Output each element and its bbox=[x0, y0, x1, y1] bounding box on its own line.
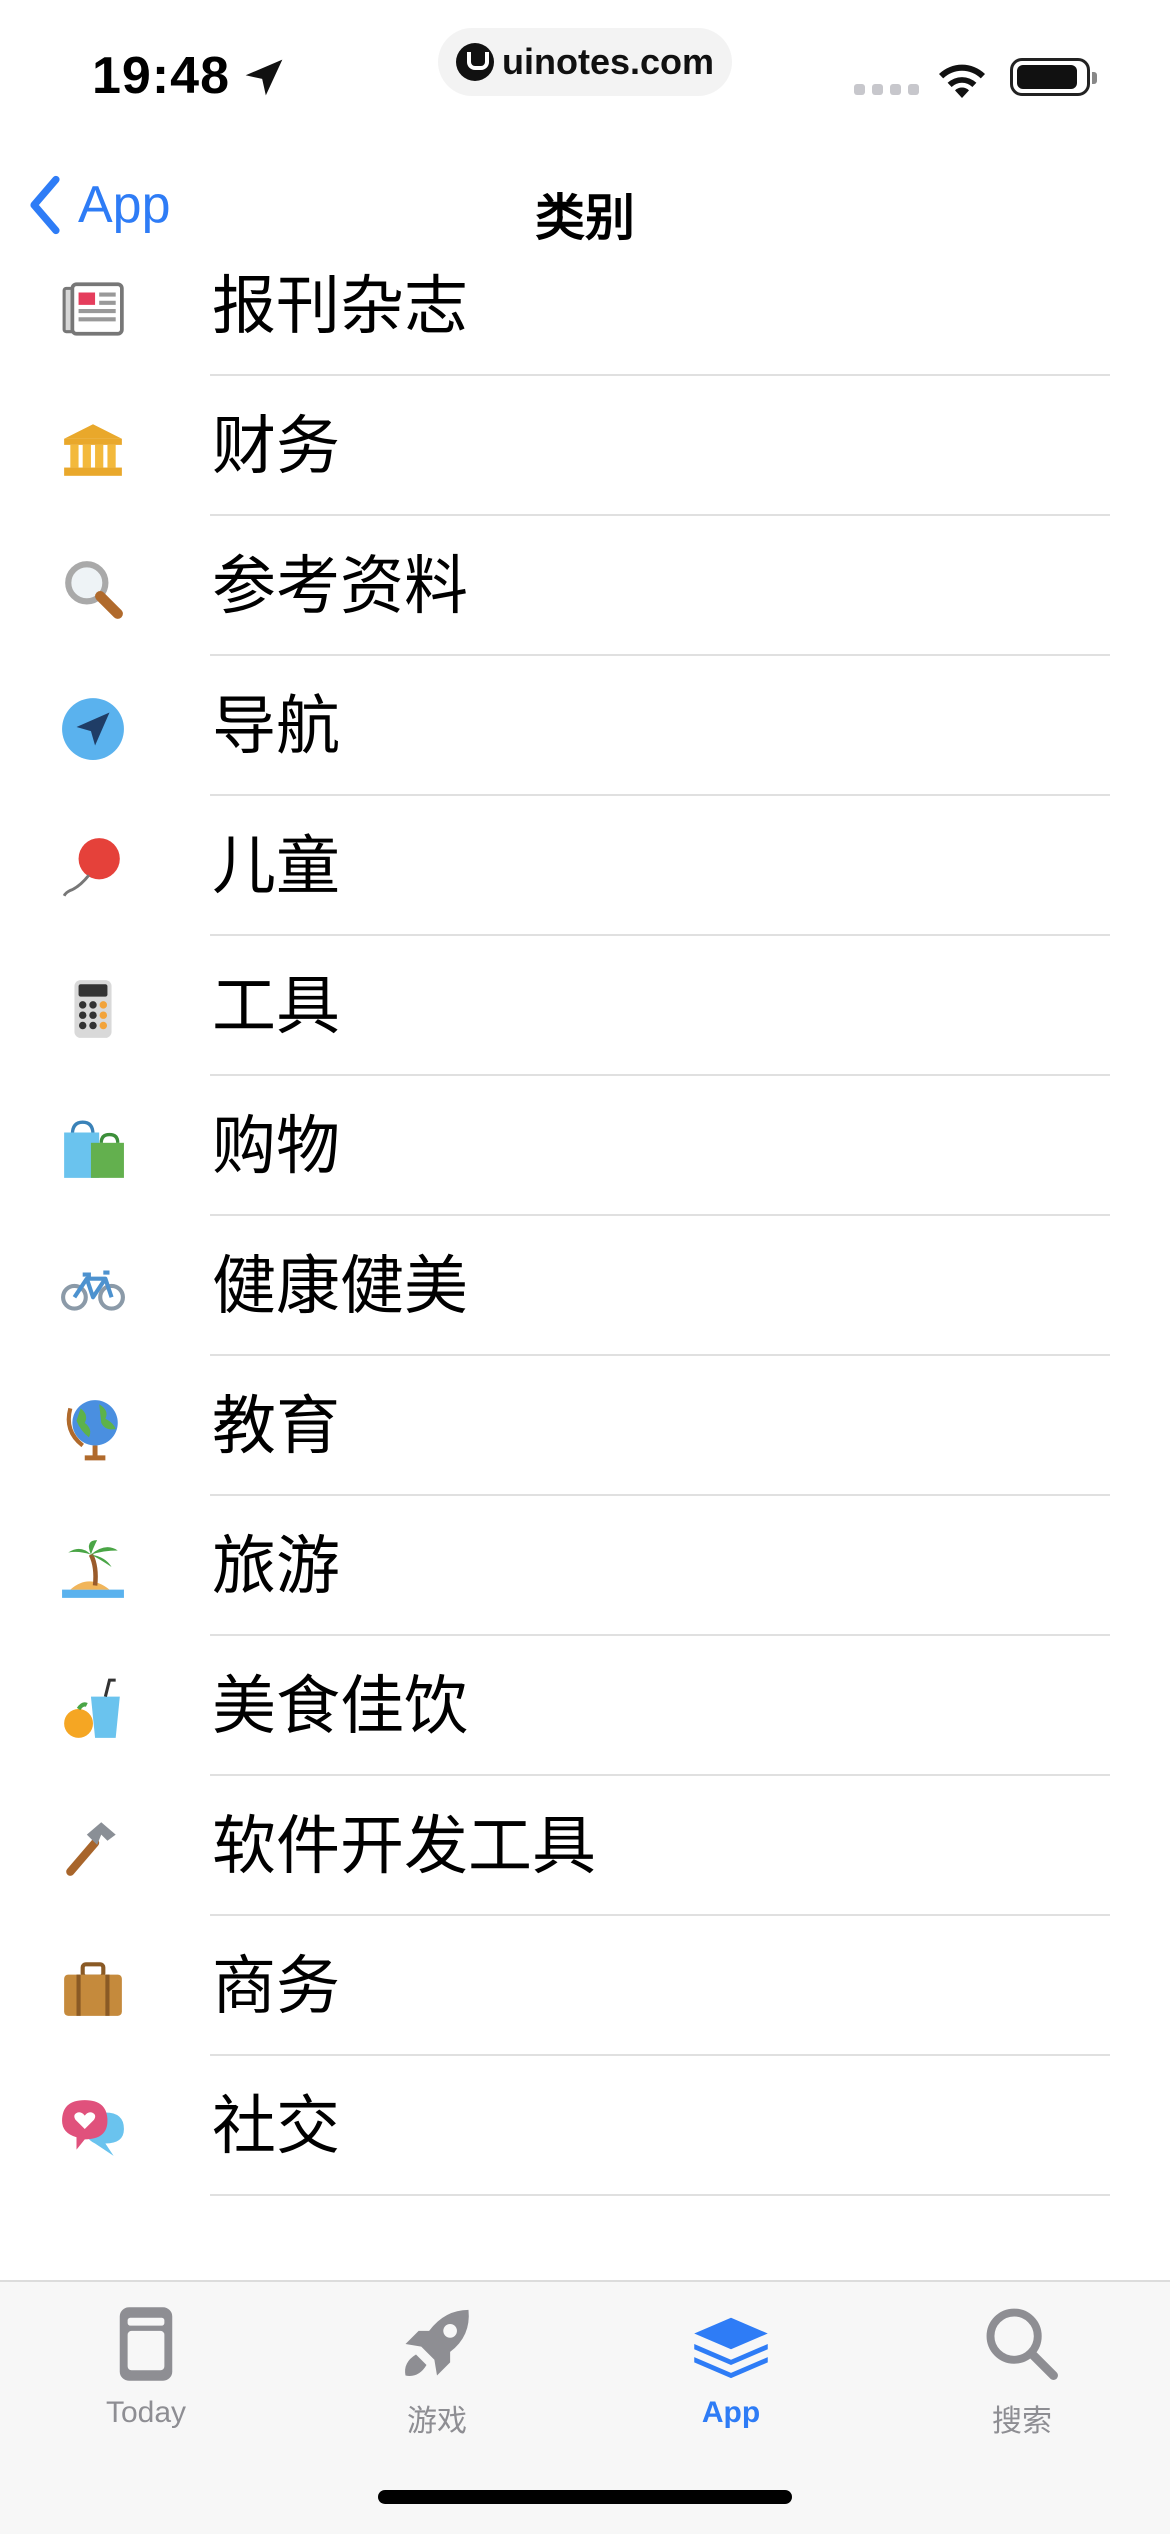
briefcase-icon bbox=[58, 1954, 128, 2024]
rocket-icon bbox=[405, 2309, 469, 2376]
wifi-icon bbox=[939, 64, 985, 98]
globe-icon bbox=[58, 1394, 128, 1464]
category-list: 报刊杂志 财务 参考资料 导航 儿童 工具 购物 健康健美 教育 旅游 美食佳饮… bbox=[0, 236, 1170, 2196]
category-row-newspaper[interactable]: 报刊杂志 bbox=[0, 236, 1170, 376]
category-label: 教育 bbox=[212, 1390, 340, 1462]
home-indicator[interactable] bbox=[378, 2490, 792, 2504]
category-label: 儿童 bbox=[212, 830, 340, 902]
today-icon bbox=[119, 2307, 173, 2381]
bicycle-icon bbox=[58, 1254, 128, 1324]
chat-heart-icon bbox=[58, 2094, 128, 2164]
category-row-social[interactable]: 社交 bbox=[0, 2056, 1170, 2196]
category-label: 报刊杂志 bbox=[212, 270, 468, 342]
status-bar: 19:48 uinotes.com bbox=[0, 0, 1170, 150]
balloon-icon bbox=[58, 834, 128, 904]
tab-app[interactable]: App bbox=[631, 2302, 831, 2430]
category-row-developer-tools[interactable]: 软件开发工具 bbox=[0, 1776, 1170, 1916]
category-label: 财务 bbox=[212, 410, 340, 482]
category-label: 参考资料 bbox=[212, 550, 468, 622]
category-label: 旅游 bbox=[212, 1530, 340, 1602]
row-divider bbox=[210, 2194, 1110, 2196]
category-label: 美食佳饮 bbox=[212, 1670, 468, 1742]
search-icon bbox=[986, 2308, 1058, 2380]
tab-label: 搜索 bbox=[992, 2405, 1052, 2438]
tab-search[interactable]: 搜索 bbox=[922, 2302, 1122, 2440]
site-logo-icon bbox=[455, 43, 494, 81]
category-label: 导航 bbox=[212, 690, 340, 762]
category-row-travel[interactable]: 旅游 bbox=[0, 1496, 1170, 1636]
category-label: 软件开发工具 bbox=[212, 1810, 596, 1882]
category-row-food-drink[interactable]: 美食佳饮 bbox=[0, 1636, 1170, 1776]
magnifier-icon bbox=[58, 554, 128, 624]
url-text: uinotes.com bbox=[501, 41, 715, 82]
bank-icon bbox=[58, 414, 128, 484]
shopping-bags-icon bbox=[58, 1114, 128, 1184]
category-row-health-fitness[interactable]: 健康健美 bbox=[0, 1216, 1170, 1356]
category-row-navigation[interactable]: 导航 bbox=[0, 656, 1170, 796]
navigation-icon bbox=[58, 694, 128, 764]
category-label: 购物 bbox=[212, 1110, 340, 1182]
palm-island-icon bbox=[58, 1534, 128, 1604]
category-label: 健康健美 bbox=[212, 1250, 468, 1322]
cellular-signal-icon bbox=[854, 84, 919, 95]
battery-icon bbox=[1010, 58, 1097, 96]
category-label: 工具 bbox=[212, 970, 340, 1042]
hammer-icon bbox=[58, 1814, 128, 1884]
category-label: 商务 bbox=[212, 1950, 340, 2022]
tab-label: Today bbox=[105, 2396, 187, 2429]
category-row-education[interactable]: 教育 bbox=[0, 1356, 1170, 1496]
tab-label: 游戏 bbox=[407, 2405, 467, 2438]
category-label: 社交 bbox=[212, 2090, 340, 2162]
location-arrow-icon bbox=[245, 59, 283, 96]
tab-label: App bbox=[701, 2396, 761, 2429]
newspaper-icon bbox=[58, 274, 128, 344]
status-time: 19:48 bbox=[92, 47, 230, 105]
app-stack-icon bbox=[694, 2317, 768, 2379]
category-row-reference[interactable]: 参考资料 bbox=[0, 516, 1170, 656]
category-row-shopping[interactable]: 购物 bbox=[0, 1076, 1170, 1216]
category-row-business[interactable]: 商务 bbox=[0, 1916, 1170, 2056]
tab-games[interactable]: 游戏 bbox=[337, 2302, 537, 2440]
category-row-finance[interactable]: 财务 bbox=[0, 376, 1170, 516]
tab-today[interactable]: Today bbox=[46, 2302, 246, 2430]
calculator-icon bbox=[58, 974, 128, 1044]
drink-icon bbox=[58, 1674, 128, 1744]
category-row-utilities[interactable]: 工具 bbox=[0, 936, 1170, 1076]
url-pill[interactable]: uinotes.com bbox=[438, 28, 732, 96]
category-row-kids[interactable]: 儿童 bbox=[0, 796, 1170, 936]
